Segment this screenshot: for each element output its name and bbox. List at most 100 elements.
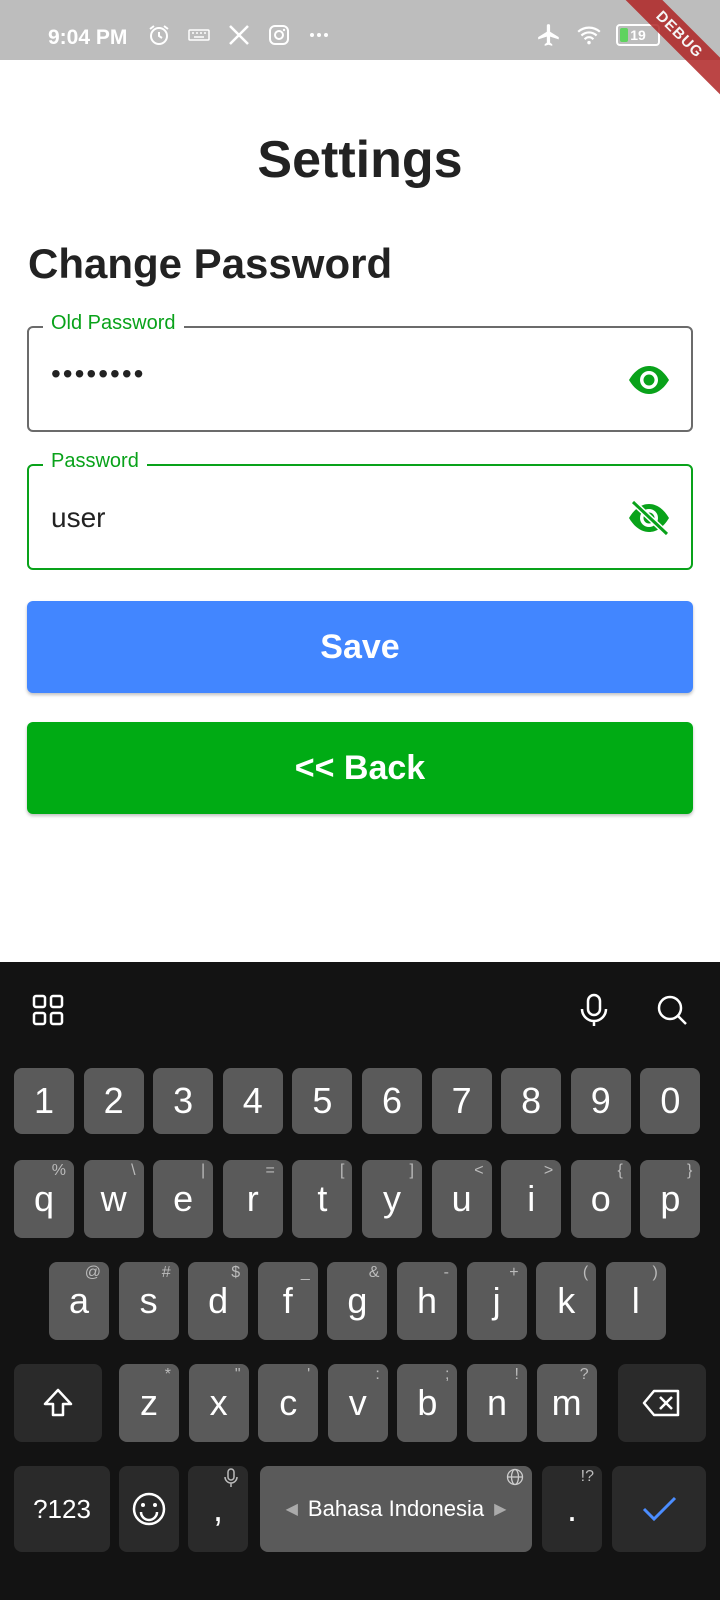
key-x[interactable]: x " — [188, 1364, 249, 1442]
key-t[interactable]: t[ — [292, 1160, 353, 1238]
key-c[interactable]: c ' — [258, 1364, 319, 1442]
key-2-label: 2 — [103, 1080, 124, 1121]
lang-left-arrow-icon: ◀ — [285, 1501, 298, 1518]
x-logo-icon — [226, 22, 252, 48]
key-l-label: l — [631, 1280, 640, 1321]
key-c-hint: ' — [307, 1366, 311, 1383]
backspace-key[interactable] — [618, 1364, 706, 1442]
emoji-key[interactable] — [119, 1466, 179, 1552]
key-5[interactable]: 5 — [292, 1068, 353, 1134]
key-r[interactable]: r = — [222, 1160, 283, 1238]
period-hint: !? — [580, 1468, 594, 1485]
save-button[interactable]: Save — [27, 601, 693, 693]
key-i-hint: > — [543, 1162, 554, 1179]
key-4-label: 4 — [242, 1080, 263, 1121]
key-t-label: t — [317, 1178, 328, 1219]
key-9-label: 9 — [590, 1080, 611, 1121]
symbols-key[interactable]: ?123 — [14, 1466, 110, 1552]
key-z[interactable]: z * — [119, 1364, 179, 1442]
comma-key[interactable]: , — [188, 1466, 248, 1552]
eye-off-icon[interactable] — [627, 499, 671, 537]
wifi-icon — [576, 22, 602, 48]
key-u[interactable]: u < — [431, 1160, 492, 1238]
key-p[interactable]: p} — [640, 1160, 701, 1238]
password-value: user — [51, 502, 106, 533]
key-1[interactable]: 1 — [14, 1068, 74, 1134]
key-h-label: h — [416, 1280, 438, 1321]
password-field[interactable]: Password user — [27, 450, 693, 570]
key-g-hint: & — [368, 1264, 380, 1281]
debug-ribbon: DEBUG — [609, 0, 720, 105]
key-y[interactable]: y] — [362, 1160, 422, 1238]
key-d-hint: $ — [231, 1264, 241, 1281]
apps-grid-icon[interactable] — [30, 992, 66, 1028]
key-1-label: 1 — [33, 1080, 55, 1121]
key-0[interactable]: 0 — [640, 1068, 701, 1134]
key-m[interactable]: m? — [536, 1364, 597, 1442]
airplane-icon — [536, 22, 562, 48]
key-q-label: q — [33, 1178, 55, 1219]
comma-key-label: , — [212, 1488, 223, 1529]
key-i-label: i — [527, 1178, 536, 1219]
key-u-hint: < — [474, 1162, 484, 1179]
key-b-hint: ; — [444, 1366, 450, 1383]
symbols-key-label: ?123 — [33, 1493, 91, 1524]
key-e-hint: | — [201, 1162, 206, 1179]
key-d[interactable]: d $ — [188, 1262, 249, 1340]
key-g[interactable]: g & — [327, 1262, 388, 1340]
key-9[interactable]: 9 — [570, 1068, 631, 1134]
key-4[interactable]: 4 — [222, 1068, 283, 1134]
key-8[interactable]: 8 — [501, 1068, 562, 1134]
shift-key[interactable] — [14, 1364, 102, 1442]
key-a[interactable]: a @ — [49, 1262, 109, 1340]
search-icon[interactable] — [654, 992, 690, 1028]
key-7-label: 7 — [451, 1080, 472, 1121]
key-n[interactable]: n! — [467, 1364, 527, 1442]
key-o-label: o — [590, 1178, 611, 1219]
password-label: Password — [43, 450, 147, 473]
key-i[interactable]: i > — [501, 1160, 562, 1238]
key-6[interactable]: 6 — [362, 1068, 422, 1134]
key-y-hint: ] — [409, 1162, 414, 1179]
instagram-icon — [266, 22, 292, 48]
key-k[interactable]: k( — [536, 1262, 597, 1340]
key-7[interactable]: 7 — [431, 1068, 492, 1134]
key-e[interactable]: e | — [153, 1160, 214, 1238]
old-password-value: •••••••• — [51, 358, 146, 389]
key-2[interactable]: 2 — [83, 1068, 144, 1134]
mic-small-icon — [222, 1468, 240, 1493]
key-o[interactable]: o{ — [570, 1160, 631, 1238]
key-h[interactable]: h- — [397, 1262, 457, 1340]
key-p-hint: } — [687, 1162, 693, 1179]
key-p-label: p — [660, 1178, 681, 1219]
microphone-icon[interactable] — [576, 992, 612, 1028]
key-a-hint: @ — [84, 1264, 101, 1281]
old-password-field[interactable]: Old Password •••••••• — [27, 312, 693, 432]
key-s-hint: # — [161, 1264, 171, 1281]
key-l[interactable]: l) — [605, 1262, 666, 1340]
eye-icon[interactable] — [627, 362, 671, 398]
key-v[interactable]: v: — [327, 1364, 388, 1442]
key-g-label: g — [347, 1280, 368, 1321]
key-j[interactable]: j + — [466, 1262, 527, 1340]
key-n-label: n — [486, 1382, 508, 1423]
back-button[interactable]: << Back — [27, 722, 693, 814]
key-s-label: s — [139, 1280, 158, 1321]
key-3[interactable]: 3 — [153, 1068, 214, 1134]
key-w[interactable]: w \ — [83, 1160, 144, 1238]
key-f[interactable]: f _ — [257, 1262, 318, 1340]
key-d-label: d — [208, 1280, 229, 1321]
period-key[interactable]: .!? — [542, 1466, 602, 1552]
space-key[interactable]: ◀ Bahasa Indonesia ▶ — [260, 1466, 532, 1552]
key-k-hint: ( — [582, 1264, 589, 1281]
key-s[interactable]: s # — [118, 1262, 179, 1340]
status-bar: 9:04 PM 19 DEBUG — [0, 0, 720, 105]
page-title: Settings — [257, 131, 463, 189]
enter-key[interactable] — [612, 1466, 706, 1552]
key-h-hint: - — [443, 1264, 449, 1281]
status-time: 9:04 PM — [48, 26, 128, 49]
key-q-hint: % — [51, 1162, 66, 1179]
key-b[interactable]: b; — [397, 1364, 458, 1442]
alarm-icon — [146, 22, 172, 48]
key-q[interactable]: q% — [14, 1160, 74, 1238]
